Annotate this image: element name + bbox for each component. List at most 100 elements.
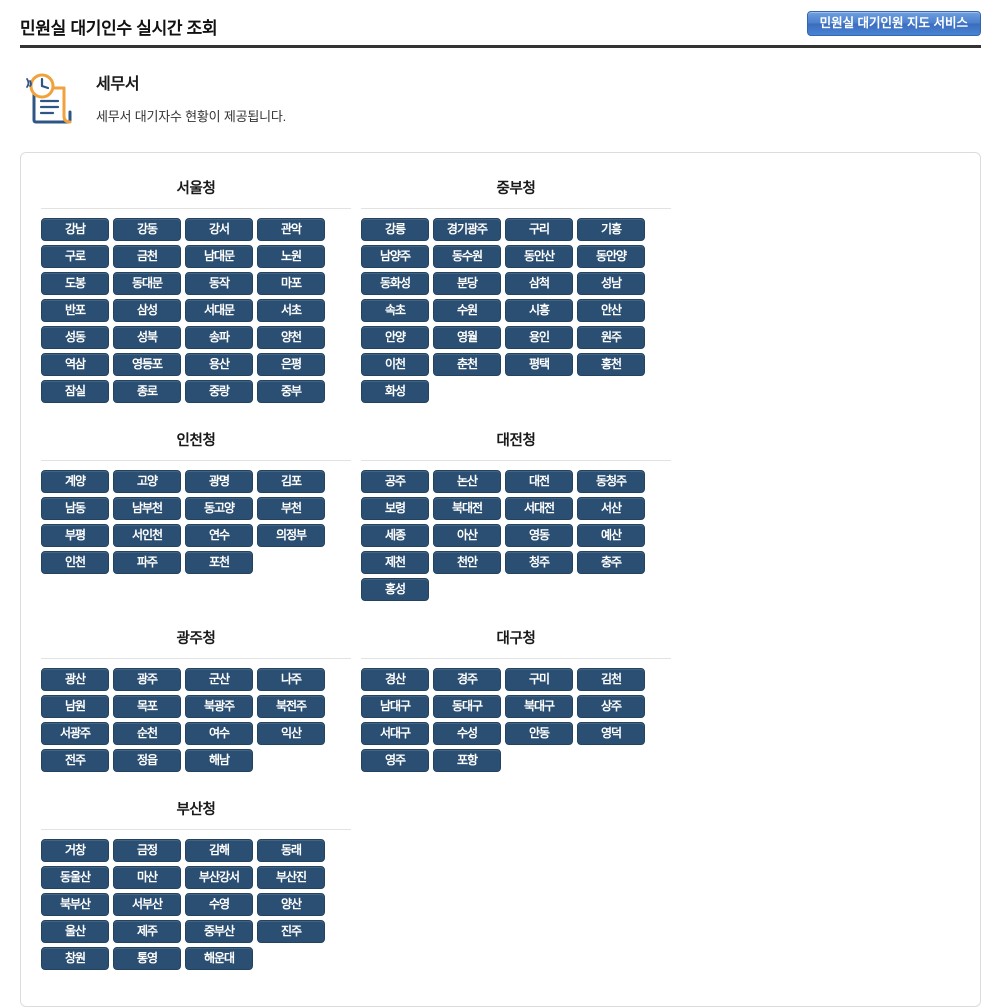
- office-button[interactable]: 광산: [41, 668, 109, 691]
- office-button[interactable]: 원주: [577, 326, 645, 349]
- office-button[interactable]: 경산: [361, 668, 429, 691]
- office-button[interactable]: 평택: [505, 353, 573, 376]
- office-button[interactable]: 통영: [113, 947, 181, 970]
- office-button[interactable]: 잠실: [41, 380, 109, 403]
- office-button[interactable]: 순천: [113, 722, 181, 745]
- office-button[interactable]: 강동: [113, 218, 181, 241]
- office-button[interactable]: 강서: [185, 218, 253, 241]
- office-button[interactable]: 서광주: [41, 722, 109, 745]
- office-button[interactable]: 대전: [505, 470, 573, 493]
- office-button[interactable]: 연수: [185, 524, 253, 547]
- office-button[interactable]: 홍천: [577, 353, 645, 376]
- office-button[interactable]: 부산진: [257, 866, 325, 889]
- office-button[interactable]: 부천: [257, 497, 325, 520]
- office-button[interactable]: 은평: [257, 353, 325, 376]
- office-button[interactable]: 금정: [113, 839, 181, 862]
- office-button[interactable]: 강릉: [361, 218, 429, 241]
- office-button[interactable]: 해남: [185, 749, 253, 772]
- office-button[interactable]: 영주: [361, 749, 429, 772]
- office-button[interactable]: 공주: [361, 470, 429, 493]
- office-button[interactable]: 서부산: [113, 893, 181, 916]
- office-button[interactable]: 영월: [433, 326, 501, 349]
- office-button[interactable]: 청주: [505, 551, 573, 574]
- office-button[interactable]: 남양주: [361, 245, 429, 268]
- office-button[interactable]: 동대문: [113, 272, 181, 295]
- map-service-button[interactable]: 민원실 대기인원 지도 서비스: [806, 11, 981, 36]
- office-button[interactable]: 안양: [361, 326, 429, 349]
- office-button[interactable]: 서대구: [361, 722, 429, 745]
- office-button[interactable]: 성북: [113, 326, 181, 349]
- office-button[interactable]: 포천: [185, 551, 253, 574]
- office-button[interactable]: 안산: [577, 299, 645, 322]
- office-button[interactable]: 도봉: [41, 272, 109, 295]
- office-button[interactable]: 북전주: [257, 695, 325, 718]
- office-button[interactable]: 영등포: [113, 353, 181, 376]
- office-button[interactable]: 천안: [433, 551, 501, 574]
- office-button[interactable]: 기흥: [577, 218, 645, 241]
- office-button[interactable]: 부평: [41, 524, 109, 547]
- office-button[interactable]: 성동: [41, 326, 109, 349]
- office-button[interactable]: 논산: [433, 470, 501, 493]
- office-button[interactable]: 군산: [185, 668, 253, 691]
- office-button[interactable]: 고양: [113, 470, 181, 493]
- office-button[interactable]: 마산: [113, 866, 181, 889]
- office-button[interactable]: 익산: [257, 722, 325, 745]
- office-button[interactable]: 영덕: [577, 722, 645, 745]
- office-button[interactable]: 반포: [41, 299, 109, 322]
- office-button[interactable]: 진주: [257, 920, 325, 943]
- office-button[interactable]: 예산: [577, 524, 645, 547]
- office-button[interactable]: 부산강서: [185, 866, 253, 889]
- office-button[interactable]: 김포: [257, 470, 325, 493]
- office-button[interactable]: 인천: [41, 551, 109, 574]
- office-button[interactable]: 북대구: [505, 695, 573, 718]
- office-button[interactable]: 광주: [113, 668, 181, 691]
- office-button[interactable]: 화성: [361, 380, 429, 403]
- office-button[interactable]: 서초: [257, 299, 325, 322]
- office-button[interactable]: 울산: [41, 920, 109, 943]
- office-button[interactable]: 남원: [41, 695, 109, 718]
- office-button[interactable]: 수성: [433, 722, 501, 745]
- office-button[interactable]: 삼척: [505, 272, 573, 295]
- office-button[interactable]: 영동: [505, 524, 573, 547]
- office-button[interactable]: 동안양: [577, 245, 645, 268]
- office-button[interactable]: 제주: [113, 920, 181, 943]
- office-button[interactable]: 분당: [433, 272, 501, 295]
- office-button[interactable]: 수원: [433, 299, 501, 322]
- office-button[interactable]: 안동: [505, 722, 573, 745]
- office-button[interactable]: 거창: [41, 839, 109, 862]
- office-button[interactable]: 전주: [41, 749, 109, 772]
- office-button[interactable]: 동청주: [577, 470, 645, 493]
- office-button[interactable]: 용인: [505, 326, 573, 349]
- office-button[interactable]: 춘천: [433, 353, 501, 376]
- office-button[interactable]: 동대구: [433, 695, 501, 718]
- office-button[interactable]: 용산: [185, 353, 253, 376]
- office-button[interactable]: 김해: [185, 839, 253, 862]
- office-button[interactable]: 양산: [257, 893, 325, 916]
- office-button[interactable]: 속초: [361, 299, 429, 322]
- office-button[interactable]: 동수원: [433, 245, 501, 268]
- office-button[interactable]: 중부산: [185, 920, 253, 943]
- office-button[interactable]: 남대문: [185, 245, 253, 268]
- office-button[interactable]: 목포: [113, 695, 181, 718]
- office-button[interactable]: 서인천: [113, 524, 181, 547]
- office-button[interactable]: 중부: [257, 380, 325, 403]
- office-button[interactable]: 남동: [41, 497, 109, 520]
- office-button[interactable]: 동래: [257, 839, 325, 862]
- office-button[interactable]: 아산: [433, 524, 501, 547]
- office-button[interactable]: 강남: [41, 218, 109, 241]
- office-button[interactable]: 경기광주: [433, 218, 501, 241]
- office-button[interactable]: 파주: [113, 551, 181, 574]
- office-button[interactable]: 나주: [257, 668, 325, 691]
- office-button[interactable]: 북광주: [185, 695, 253, 718]
- office-button[interactable]: 남부천: [113, 497, 181, 520]
- office-button[interactable]: 관악: [257, 218, 325, 241]
- office-button[interactable]: 구미: [505, 668, 573, 691]
- office-button[interactable]: 제천: [361, 551, 429, 574]
- office-button[interactable]: 광명: [185, 470, 253, 493]
- office-button[interactable]: 구로: [41, 245, 109, 268]
- office-button[interactable]: 성남: [577, 272, 645, 295]
- office-button[interactable]: 세종: [361, 524, 429, 547]
- office-button[interactable]: 북대전: [433, 497, 501, 520]
- office-button[interactable]: 서산: [577, 497, 645, 520]
- office-button[interactable]: 포항: [433, 749, 501, 772]
